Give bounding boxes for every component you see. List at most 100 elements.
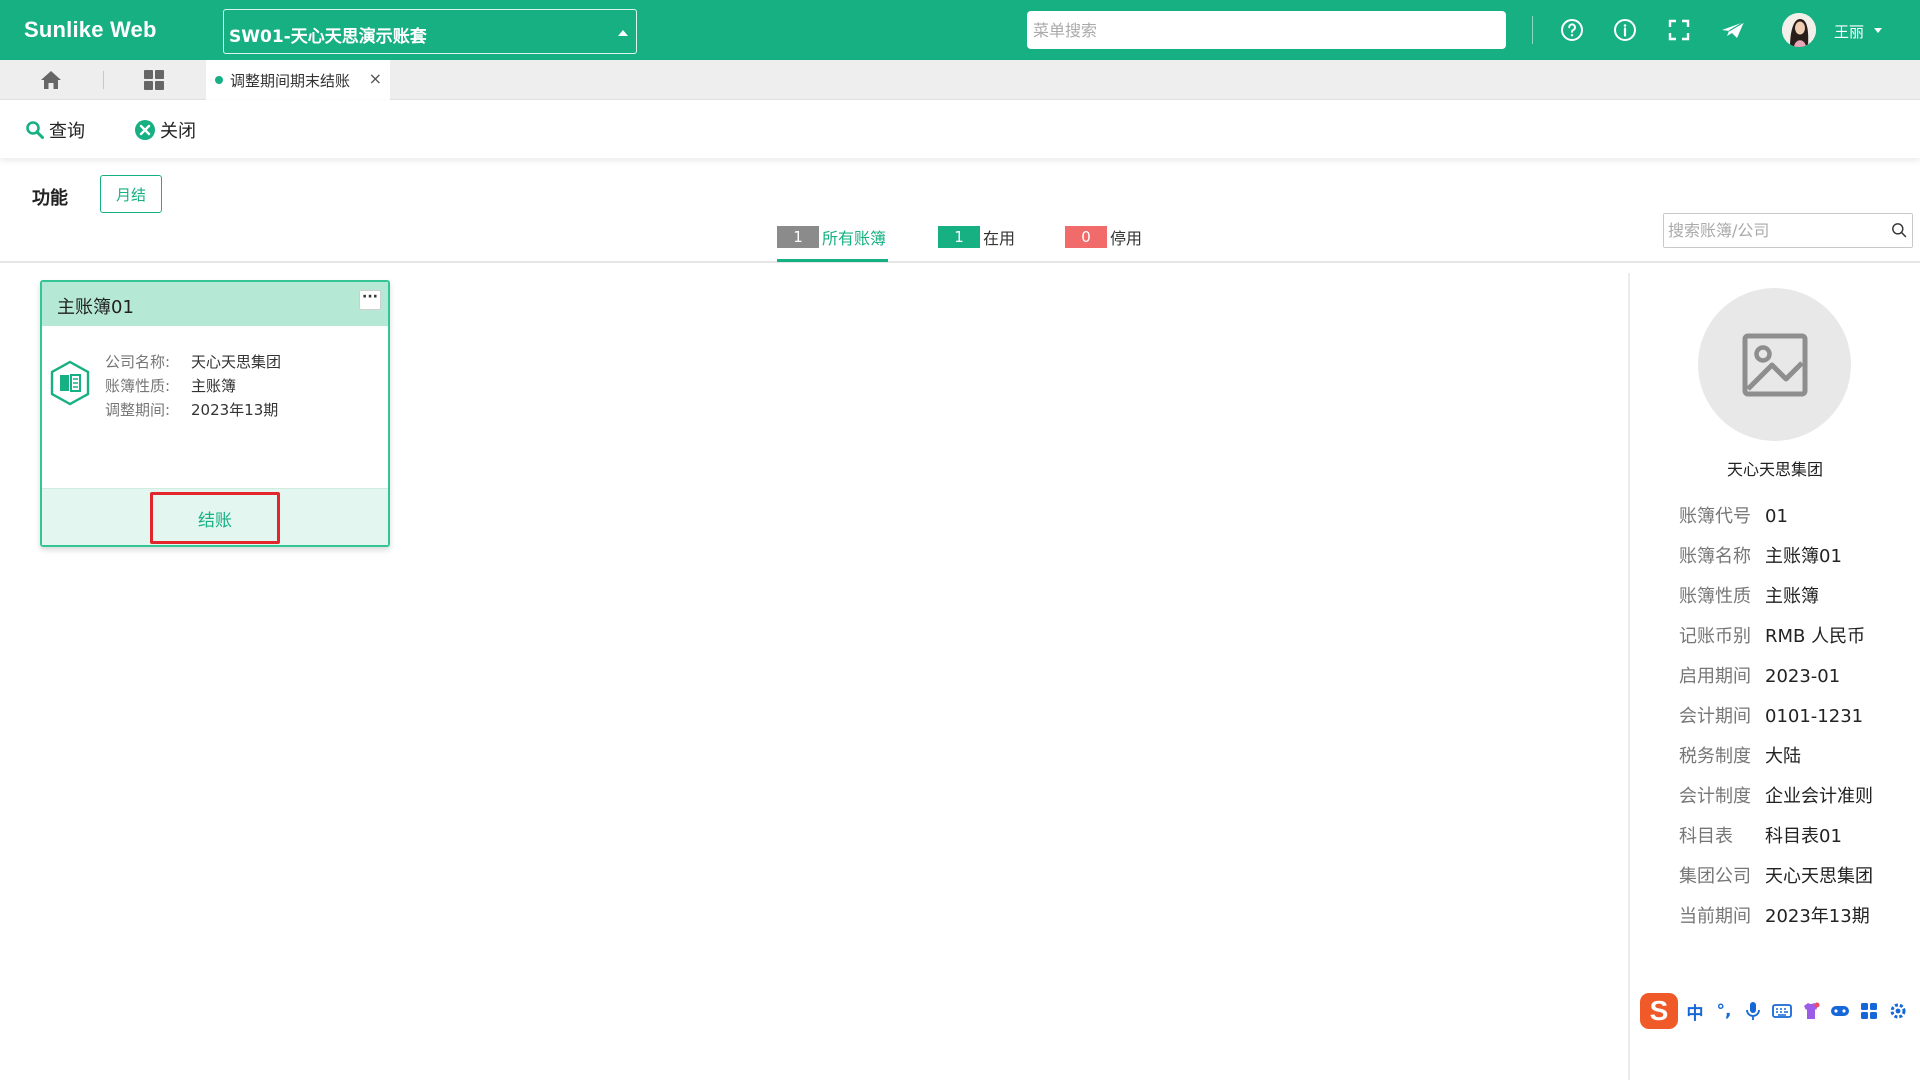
detail-row-accounting-system: 会计制度 企业会计准则	[1679, 782, 1873, 808]
book-company-search-input[interactable]	[1663, 213, 1913, 248]
fullscreen-icon[interactable]	[1665, 16, 1693, 44]
tab-divider	[103, 71, 104, 89]
detail-value: 大陆	[1765, 746, 1801, 767]
user-name[interactable]: 王丽	[1834, 21, 1864, 42]
detail-row-start-period: 启用期间 2023-01	[1679, 662, 1840, 688]
ledger-book-icon	[50, 360, 90, 406]
detail-key: 会计制度	[1679, 786, 1751, 807]
detail-row-currency: 记账币别 RMB 人民币	[1679, 622, 1865, 648]
gamepad-icon[interactable]	[1828, 999, 1852, 1023]
detail-value: 01	[1765, 506, 1788, 527]
active-dot-icon	[215, 76, 223, 84]
detail-value: 2023年13期	[1765, 906, 1870, 927]
close-circle-icon	[135, 120, 155, 140]
account-set-value: SW01-天心天思演示账套	[229, 27, 427, 47]
search-icon[interactable]	[1891, 222, 1907, 238]
account-book-card[interactable]: 主账簿01 ··· 公司名称: 天心天思集团 账簿性质: 主账簿 调整期间: 2023…	[40, 280, 390, 547]
card-info-period: 调整期间: 2023年13期	[105, 399, 278, 420]
image-placeholder-icon	[1742, 333, 1807, 396]
detail-key: 启用期间	[1679, 666, 1751, 687]
menu-search-input[interactable]	[1027, 11, 1506, 49]
close-tab-icon[interactable]: ×	[369, 69, 382, 88]
card-header: 主账簿01 ···	[42, 282, 388, 326]
detail-row-chart-of-accounts: 科目表 科目表01	[1679, 822, 1842, 848]
detail-row-tax-system: 税务制度 大陆	[1679, 742, 1801, 768]
card-info-company: 公司名称: 天心天思集团	[105, 351, 281, 372]
feedback-bird-icon[interactable]	[1719, 16, 1747, 44]
info-value: 2023年13期	[191, 401, 279, 419]
detail-row-book-nature: 账簿性质 主账簿	[1679, 582, 1819, 608]
detail-key: 账簿代号	[1679, 506, 1751, 527]
skin-shirt-icon[interactable]	[1799, 999, 1823, 1023]
user-avatar[interactable]	[1782, 13, 1816, 47]
help-icon[interactable]	[1558, 16, 1586, 44]
info-key: 调整期间:	[105, 401, 171, 419]
detail-key: 集团公司	[1679, 866, 1751, 887]
detail-value: 2023-01	[1765, 666, 1841, 687]
function-label: 功能	[32, 188, 68, 209]
detail-panel-divider	[1628, 273, 1630, 1080]
detail-value: RMB 人民币	[1765, 626, 1866, 647]
company-name: 天心天思集团	[1726, 460, 1823, 479]
query-button[interactable]: 查询	[25, 117, 85, 143]
filter-disabled[interactable]: 0 停用	[1065, 226, 1142, 248]
info-value: 天心天思集团	[191, 353, 282, 371]
filter-label: 在用	[983, 229, 1016, 248]
detail-value: 主账簿	[1765, 586, 1819, 607]
settings-gear-icon[interactable]	[1886, 999, 1910, 1023]
tab-period-closing[interactable]: 调整期间期末结账 ×	[206, 60, 390, 100]
detail-value: 科目表01	[1765, 826, 1842, 847]
ime-language-toggle[interactable]: 中	[1683, 999, 1707, 1024]
filter-in-use[interactable]: 1 在用	[938, 226, 1015, 248]
filter-all-books[interactable]: 1 所有账簿	[777, 226, 886, 248]
ime-punctuation-toggle[interactable]: °,	[1712, 999, 1736, 1023]
header-divider	[1532, 16, 1533, 44]
account-set-selector[interactable]: SW01-天心天思演示账套	[223, 9, 637, 54]
close-button[interactable]: 关闭	[134, 117, 196, 143]
detail-row-book-name: 账簿名称 主账簿01	[1679, 542, 1842, 568]
card-title: 主账簿01	[57, 297, 134, 318]
active-filter-underline	[777, 259, 888, 262]
close-label: 关闭	[160, 121, 196, 142]
detail-key: 会计期间	[1679, 706, 1751, 727]
detail-key: 税务制度	[1679, 746, 1751, 767]
info-key: 账簿性质:	[105, 377, 171, 395]
filter-count: 0	[1065, 226, 1107, 248]
caret-up-icon	[618, 30, 628, 36]
filter-label: 停用	[1110, 229, 1143, 248]
card-footer: 结账	[42, 488, 388, 545]
ime-logo[interactable]: S	[1640, 993, 1678, 1029]
filter-label: 所有账簿	[822, 229, 887, 248]
info-key: 公司名称:	[105, 353, 171, 371]
filter-count: 1	[938, 226, 980, 248]
action-toolbar: 查询 关闭	[0, 100, 1920, 158]
company-image-placeholder	[1698, 288, 1851, 441]
close-account-button[interactable]: 结账	[150, 492, 280, 544]
app-grid-icon[interactable]	[142, 68, 166, 92]
query-label: 查询	[49, 121, 85, 142]
info-icon[interactable]	[1611, 16, 1639, 44]
app-logo: Sunlike Web	[24, 17, 157, 42]
microphone-icon[interactable]	[1741, 999, 1765, 1023]
toolbox-grid-icon[interactable]	[1857, 999, 1881, 1023]
filter-divider	[0, 261, 1920, 263]
page-tab-bar: 调整期间期末结账 ×	[0, 60, 1920, 100]
user-menu-caret-icon[interactable]	[1874, 28, 1882, 33]
keyboard-icon[interactable]	[1770, 999, 1794, 1023]
detail-value: 企业会计准则	[1765, 786, 1873, 807]
top-header: Sunlike Web SW01-天心天思演示账套 王丽	[0, 0, 1920, 60]
month-close-button[interactable]: 月结	[100, 175, 162, 213]
home-icon[interactable]	[38, 68, 64, 92]
search-icon	[26, 121, 44, 139]
detail-row-current-period: 当前期间 2023年13期	[1679, 902, 1870, 928]
detail-key: 当前期间	[1679, 906, 1751, 927]
info-value: 主账簿	[191, 377, 237, 395]
detail-key: 科目表	[1679, 826, 1733, 847]
tab-label: 调整期间期末结账	[230, 72, 351, 90]
card-info-nature: 账簿性质: 主账簿	[105, 375, 236, 396]
more-options-icon[interactable]: ···	[359, 290, 381, 310]
detail-key: 账簿性质	[1679, 586, 1751, 607]
detail-row-accounting-period: 会计期间 0101-1231	[1679, 702, 1863, 728]
detail-row-group-company: 集团公司 天心天思集团	[1679, 862, 1873, 888]
detail-key: 记账币别	[1679, 626, 1751, 647]
